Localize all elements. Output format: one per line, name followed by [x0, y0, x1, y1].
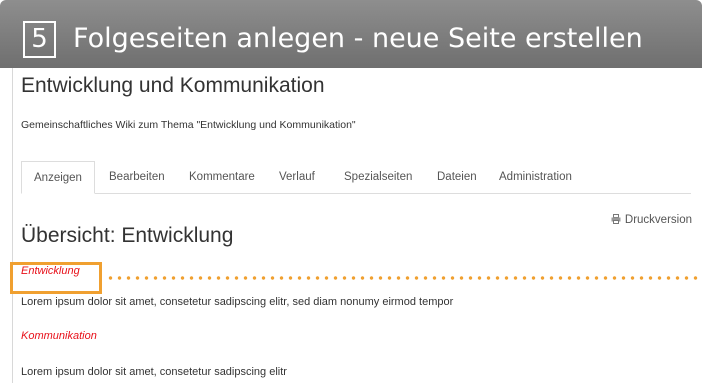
banner-title: Folgeseiten anlegen - neue Seite erstell… — [73, 23, 643, 54]
step-banner: 5 Folgeseiten anlegen - neue Seite erste… — [0, 0, 702, 68]
tab-verlauf[interactable]: Verlauf — [279, 161, 315, 193]
wiki-content: Entwicklung und Kommunikation Gemeinscha… — [12, 68, 702, 383]
page-heading: Übersicht: Entwicklung — [21, 224, 234, 247]
wiki-title: Entwicklung und Kommunikation — [21, 74, 325, 97]
section-text: Lorem ipsum dolor sit amet, consetetur s… — [21, 366, 287, 378]
wiki-subtitle: Gemeinschaftliches Wiki zum Thema "Entwi… — [21, 119, 356, 131]
tab-administration[interactable]: Administration — [499, 161, 572, 193]
dotted-pointer-line — [106, 276, 702, 280]
print-version-link[interactable]: Druckversion — [611, 214, 692, 226]
wiki-tabs: Anzeigen Bearbeiten Kommentare Verlauf S… — [21, 161, 691, 194]
section-text: Lorem ipsum dolor sit amet, consetetur s… — [21, 296, 454, 308]
printer-icon — [611, 214, 621, 224]
tab-dateien[interactable]: Dateien — [437, 161, 477, 193]
section-link-kommunikation[interactable]: Kommunikation — [21, 330, 97, 342]
step-number: 5 — [23, 21, 56, 58]
print-version-label: Druckversion — [624, 214, 692, 226]
tab-kommentare[interactable]: Kommentare — [189, 161, 255, 193]
tab-anzeigen[interactable]: Anzeigen — [21, 161, 95, 194]
tab-bearbeiten[interactable]: Bearbeiten — [109, 161, 165, 193]
highlight-box — [10, 262, 102, 294]
tab-spezialseiten[interactable]: Spezialseiten — [344, 161, 412, 193]
